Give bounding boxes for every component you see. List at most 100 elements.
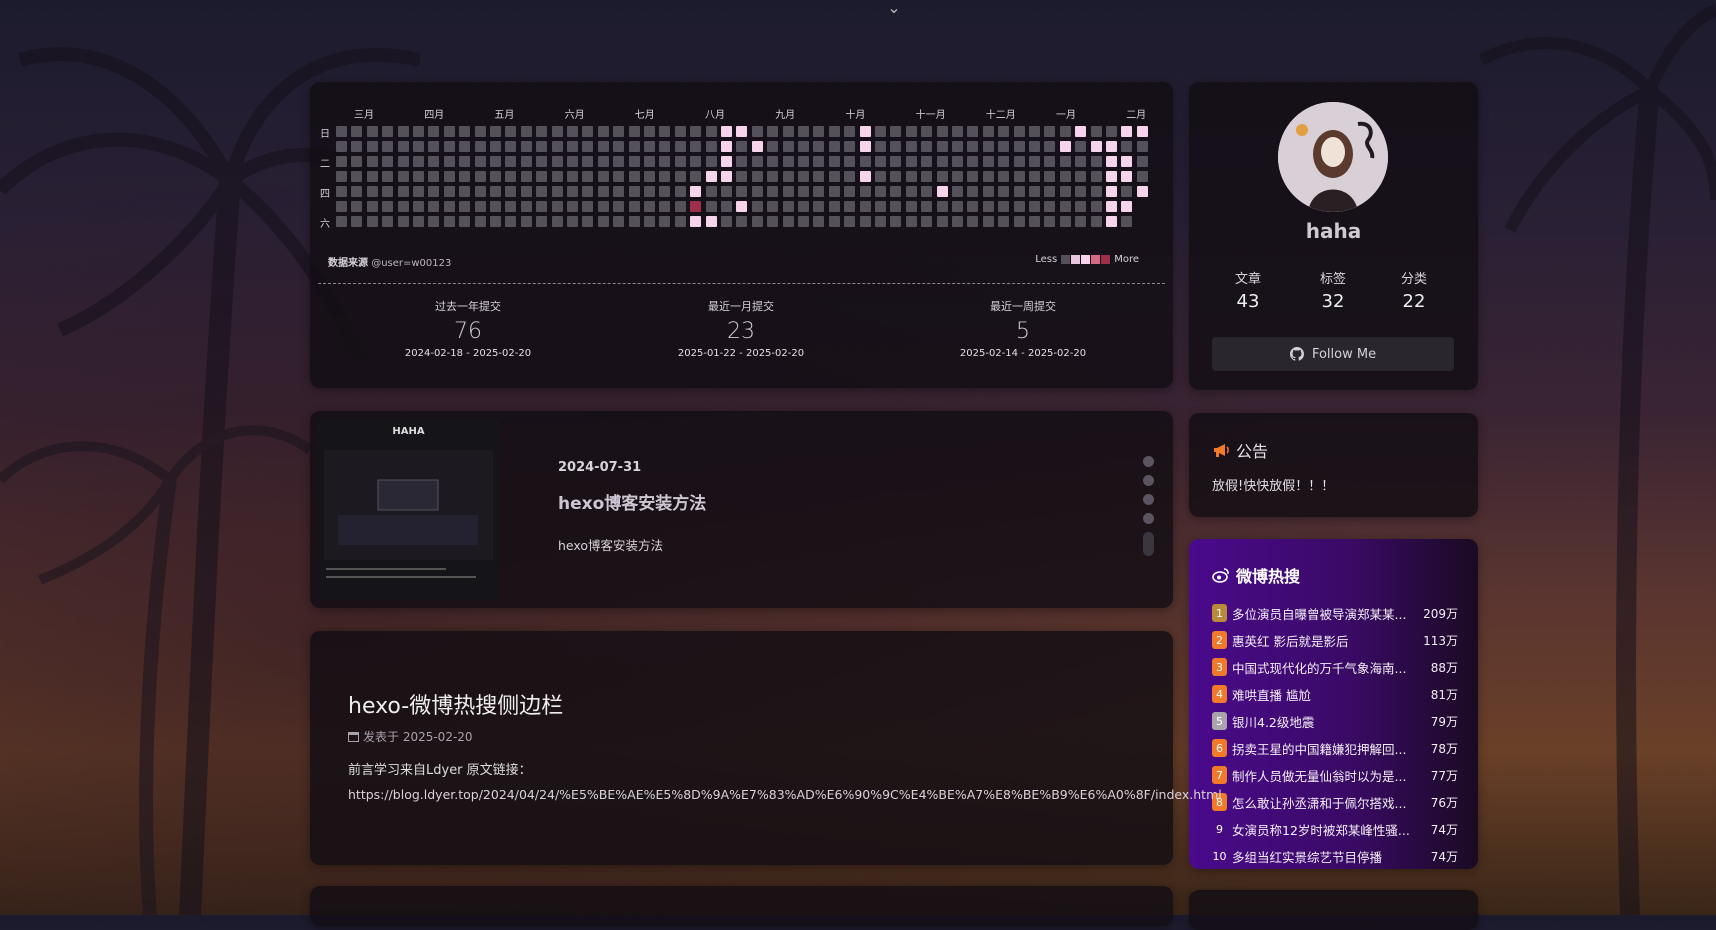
heatmap-cell[interactable] xyxy=(628,156,640,167)
weibo-item-title[interactable]: 多位演员自曝曾被导演郑某某... xyxy=(1232,604,1423,623)
heatmap-cell[interactable] xyxy=(1075,156,1087,167)
heatmap-cell[interactable] xyxy=(413,171,424,182)
heatmap-cell[interactable] xyxy=(490,126,501,137)
heatmap-cell[interactable] xyxy=(859,156,871,167)
heatmap-cell[interactable] xyxy=(443,141,455,152)
heatmap-cell[interactable] xyxy=(582,186,594,197)
heatmap-cell[interactable] xyxy=(628,216,640,227)
heatmap-cell[interactable] xyxy=(582,216,594,227)
heatmap-cell[interactable] xyxy=(1136,126,1148,137)
heatmap-cell[interactable] xyxy=(1106,156,1117,167)
scroll-down-chevron-icon[interactable]: ⌄ xyxy=(884,0,904,17)
heatmap-cell[interactable] xyxy=(1075,171,1087,182)
heatmap-cell[interactable] xyxy=(428,126,440,137)
heatmap-cell[interactable] xyxy=(967,141,979,152)
heatmap-cell[interactable] xyxy=(905,201,917,212)
heatmap-cell[interactable] xyxy=(813,126,825,137)
heatmap-cell[interactable] xyxy=(952,171,963,182)
heatmap-cell[interactable] xyxy=(659,216,671,227)
weibo-item[interactable]: 6 拐卖王星的中国籍嫌犯押解回... 78万 xyxy=(1212,738,1458,758)
heatmap-cell[interactable] xyxy=(551,216,563,227)
heatmap-cell[interactable] xyxy=(536,156,548,167)
heatmap-cell[interactable] xyxy=(366,156,378,167)
heatmap-cell[interactable] xyxy=(659,201,671,212)
heatmap-cell[interactable] xyxy=(613,186,625,197)
heatmap-cell[interactable] xyxy=(443,201,455,212)
heatmap-cell[interactable] xyxy=(859,216,871,227)
heatmap-cell[interactable] xyxy=(1090,141,1102,152)
heatmap-cell[interactable] xyxy=(644,186,655,197)
weibo-item-title[interactable]: 怎么敢让孙丞潇和于佩尔搭戏... xyxy=(1232,793,1431,812)
heatmap-cell[interactable] xyxy=(1059,201,1071,212)
heatmap-cell[interactable] xyxy=(1090,216,1102,227)
heatmap-cell[interactable] xyxy=(1013,216,1025,227)
heatmap-cell[interactable] xyxy=(366,141,378,152)
heatmap-cell[interactable] xyxy=(952,141,963,152)
heatmap-cell[interactable] xyxy=(859,186,871,197)
heatmap-cell[interactable] xyxy=(567,156,578,167)
heatmap-cell[interactable] xyxy=(505,126,517,137)
heatmap-cell[interactable] xyxy=(382,186,394,197)
post-thumbnail[interactable]: HAHA xyxy=(318,420,499,600)
heatmap-cell[interactable] xyxy=(382,156,394,167)
heatmap-cell[interactable] xyxy=(366,201,378,212)
heatmap-cell[interactable] xyxy=(798,186,809,197)
heatmap-cell[interactable] xyxy=(998,186,1010,197)
heatmap-cell[interactable] xyxy=(798,126,809,137)
heatmap-cell[interactable] xyxy=(751,141,763,152)
heatmap-cell[interactable] xyxy=(397,156,409,167)
heatmap-cell[interactable] xyxy=(782,171,794,182)
heatmap-cell[interactable] xyxy=(767,171,779,182)
heatmap-cell[interactable] xyxy=(1075,141,1087,152)
heatmap-cell[interactable] xyxy=(505,156,517,167)
heatmap-cell[interactable] xyxy=(536,141,548,152)
post-card-partial[interactable] xyxy=(310,886,1173,926)
heatmap-cell[interactable] xyxy=(520,186,532,197)
heatmap-cell[interactable] xyxy=(751,216,763,227)
heatmap-cell[interactable] xyxy=(767,201,779,212)
heatmap-cell[interactable] xyxy=(936,171,948,182)
heatmap-cell[interactable] xyxy=(382,171,394,182)
heatmap-cell[interactable] xyxy=(597,171,609,182)
heatmap-cell[interactable] xyxy=(721,141,732,152)
heatmap-cell[interactable] xyxy=(1106,201,1117,212)
heatmap-cell[interactable] xyxy=(921,141,933,152)
heatmap-cell[interactable] xyxy=(366,126,378,137)
heatmap-cell[interactable] xyxy=(905,186,917,197)
heatmap-cell[interactable] xyxy=(551,171,563,182)
heatmap-cell[interactable] xyxy=(875,141,886,152)
heatmap-cell[interactable] xyxy=(674,171,686,182)
heatmap-cell[interactable] xyxy=(567,201,578,212)
heatmap-cell[interactable] xyxy=(844,156,856,167)
heatmap-cell[interactable] xyxy=(736,201,748,212)
heatmap-cell[interactable] xyxy=(397,126,409,137)
heatmap-cell[interactable] xyxy=(674,201,686,212)
heatmap-cell[interactable] xyxy=(644,201,655,212)
heatmap-cell[interactable] xyxy=(690,216,702,227)
heatmap-cell[interactable] xyxy=(998,201,1010,212)
weibo-item[interactable]: 8 怎么敢让孙丞潇和于佩尔搭戏... 76万 xyxy=(1212,792,1458,812)
heatmap-cell[interactable] xyxy=(721,156,732,167)
heatmap-cell[interactable] xyxy=(428,216,440,227)
heatmap-cell[interactable] xyxy=(659,126,671,137)
heatmap-cell[interactable] xyxy=(875,216,886,227)
heatmap-cell[interactable] xyxy=(382,126,394,137)
heatmap-cell[interactable] xyxy=(782,201,794,212)
heatmap-cell[interactable] xyxy=(413,216,424,227)
heatmap-cell[interactable] xyxy=(1121,156,1133,167)
heatmap-cell[interactable] xyxy=(597,201,609,212)
heatmap-cell[interactable] xyxy=(1044,156,1056,167)
heatmap-cell[interactable] xyxy=(751,126,763,137)
post-card[interactable]: hexo-微博热搜侧边栏 发表于 2025-02-20 前言学习来自Ldyer … xyxy=(310,631,1222,865)
heatmap-cell[interactable] xyxy=(1059,216,1071,227)
heatmap-cell[interactable] xyxy=(905,141,917,152)
heatmap-cell[interactable] xyxy=(875,186,886,197)
heatmap-cell[interactable] xyxy=(859,141,871,152)
weibo-item[interactable]: 7 制作人员做无量仙翁时以为是... 77万 xyxy=(1212,765,1458,785)
heatmap-cell[interactable] xyxy=(397,201,409,212)
heatmap-cell[interactable] xyxy=(397,141,409,152)
heatmap-cell[interactable] xyxy=(336,141,347,152)
heatmap-cell[interactable] xyxy=(366,186,378,197)
heatmap-cell[interactable] xyxy=(628,201,640,212)
weibo-item[interactable]: 2 惠英红 影后就是影后 113万 xyxy=(1212,630,1458,650)
